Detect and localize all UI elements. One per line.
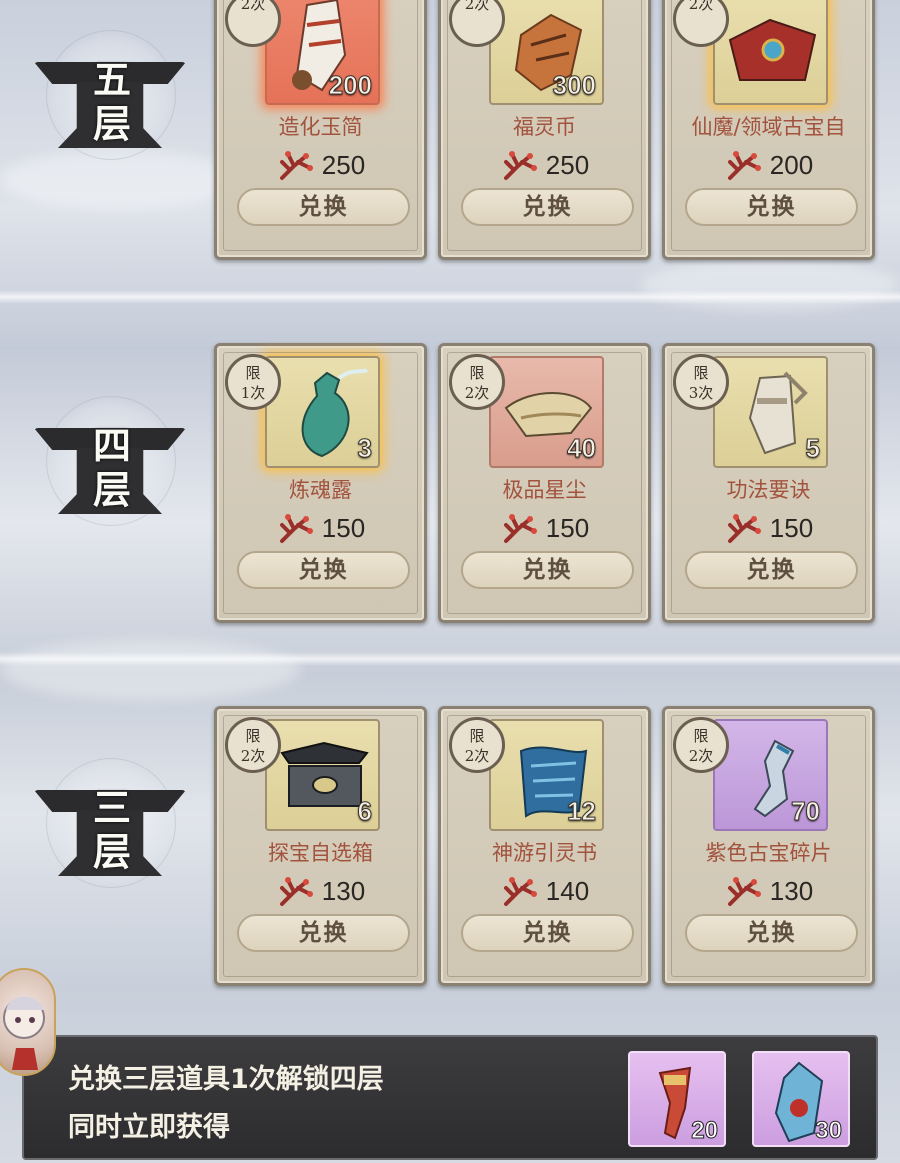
item-quantity: 6: [357, 796, 373, 827]
item-frame[interactable]: 40: [489, 356, 604, 468]
coral-branch-icon: [727, 514, 761, 543]
floor-badge: 四层: [34, 396, 189, 526]
redeem-button[interactable]: 兑换: [237, 551, 410, 589]
item-name: 福灵币: [513, 115, 576, 139]
item-quantity: 300: [552, 70, 596, 101]
shop-item-card[interactable]: 2次 仙魔/领域古宝自 200 兑换: [662, 0, 875, 260]
coral-branch-icon: [279, 514, 313, 543]
price-row: 150: [441, 510, 648, 546]
treasure-chest-icon: [728, 18, 817, 81]
item-frame[interactable]: [713, 0, 828, 105]
floor-label: 五层: [92, 57, 131, 146]
item-name: 功法要诀: [726, 478, 811, 502]
price-value: 250: [545, 149, 590, 180]
shop-item-card[interactable]: 限 2次 40 极品星尘 150 兑换: [438, 343, 651, 623]
girl-portrait-icon: [3, 996, 45, 1070]
price-row: 130: [665, 873, 872, 909]
mist-decoration: [0, 640, 300, 700]
limit-badge: 限 1次: [225, 354, 281, 410]
item-frame[interactable]: 5: [713, 356, 828, 468]
price-value: 200: [769, 149, 814, 180]
coral-branch-icon: [727, 877, 761, 906]
reward-quantity: 20: [691, 1117, 719, 1145]
limit-badge: 限 3次: [673, 354, 729, 410]
item-frame[interactable]: 12: [489, 719, 604, 831]
price-value: 150: [545, 512, 590, 543]
redeem-button[interactable]: 兑换: [237, 914, 410, 952]
item-frame[interactable]: 300: [489, 0, 604, 105]
price-value: 130: [769, 875, 814, 906]
item-name: 极品星尘: [502, 478, 587, 502]
coral-branch-icon: [279, 151, 313, 180]
item-quantity: 12: [567, 796, 597, 827]
shop-item-card[interactable]: 限 2次 70 紫色古宝碎片 130 兑换: [662, 706, 875, 986]
redeem-button[interactable]: 兑换: [685, 914, 858, 952]
item-quantity: 40: [567, 433, 597, 464]
redeem-button[interactable]: 兑换: [461, 551, 634, 589]
price-value: 140: [545, 875, 590, 906]
npc-avatar[interactable]: [0, 968, 56, 1076]
price-value: 250: [321, 149, 366, 180]
item-frame[interactable]: 6: [265, 719, 380, 831]
price-value: 150: [769, 512, 814, 543]
redeem-button[interactable]: 兑换: [685, 188, 858, 226]
shop-item-card[interactable]: 2次 300 福灵币 250 兑换: [438, 0, 651, 260]
limit-badge: 限 2次: [449, 354, 505, 410]
coral-branch-icon: [503, 151, 537, 180]
floor-divider: [0, 652, 900, 666]
coral-branch-icon: [503, 877, 537, 906]
redeem-button[interactable]: 兑换: [237, 188, 410, 226]
item-quantity: 200: [328, 70, 372, 101]
item-name: 紫色古宝碎片: [705, 841, 832, 865]
floor-badge: 三层: [34, 758, 189, 888]
item-name: 探宝自选箱: [268, 841, 373, 865]
price-row: 130: [217, 873, 424, 909]
reward-item[interactable]: 30: [752, 1051, 850, 1147]
item-quantity: 5: [805, 433, 821, 464]
coral-branch-icon: [279, 877, 313, 906]
limit-badge: 限 2次: [673, 717, 729, 773]
item-frame[interactable]: 3: [265, 356, 380, 468]
reward-quantity: 30: [815, 1117, 843, 1145]
redeem-button[interactable]: 兑换: [685, 551, 858, 589]
limit-badge: 限 2次: [449, 717, 505, 773]
redeem-button[interactable]: 兑换: [461, 914, 634, 952]
price-value: 130: [321, 875, 366, 906]
item-name: 神游引灵书: [492, 841, 597, 865]
price-row: 200: [665, 147, 872, 183]
price-row: 140: [441, 873, 648, 909]
unlock-reward-bar: 兑换三层道具1次解锁四层 同时立即获得 20 30: [22, 1035, 878, 1160]
price-row: 250: [441, 147, 648, 183]
floor-badge: 五层: [34, 30, 189, 160]
shop-item-card[interactable]: 2次 200 造化玉简 250 兑换: [214, 0, 427, 260]
floor-divider: [0, 290, 900, 304]
shop-item-card[interactable]: 限 1次 3 炼魂露 150 兑换: [214, 343, 427, 623]
unlock-reward-text: 同时立即获得: [68, 1112, 230, 1143]
coral-branch-icon: [503, 514, 537, 543]
price-row: 150: [217, 510, 424, 546]
floor-label: 四层: [92, 423, 131, 512]
price-row: 150: [665, 510, 872, 546]
shop-item-card[interactable]: 限 2次 12 神游引灵书 140 兑换: [438, 706, 651, 986]
item-name: 炼魂露: [289, 478, 352, 502]
reward-item[interactable]: 20: [628, 1051, 726, 1147]
item-name: 造化玉简: [278, 115, 363, 139]
price-value: 150: [321, 512, 366, 543]
item-frame[interactable]: 70: [713, 719, 828, 831]
floor-label: 三层: [92, 785, 131, 874]
unlock-condition-text: 兑换三层道具1次解锁四层: [68, 1064, 384, 1095]
item-frame[interactable]: 200: [265, 0, 380, 105]
item-quantity: 3: [357, 433, 373, 464]
item-name: 仙魔/领域古宝自: [691, 115, 846, 139]
shop-item-card[interactable]: 限 3次 5 功法要诀 150 兑换: [662, 343, 875, 623]
shop-item-card[interactable]: 限 2次 6 探宝自选箱 130 兑换: [214, 706, 427, 986]
price-row: 250: [217, 147, 424, 183]
item-quantity: 70: [791, 796, 821, 827]
redeem-button[interactable]: 兑换: [461, 188, 634, 226]
limit-badge: 限 2次: [225, 717, 281, 773]
coral-branch-icon: [727, 151, 761, 180]
